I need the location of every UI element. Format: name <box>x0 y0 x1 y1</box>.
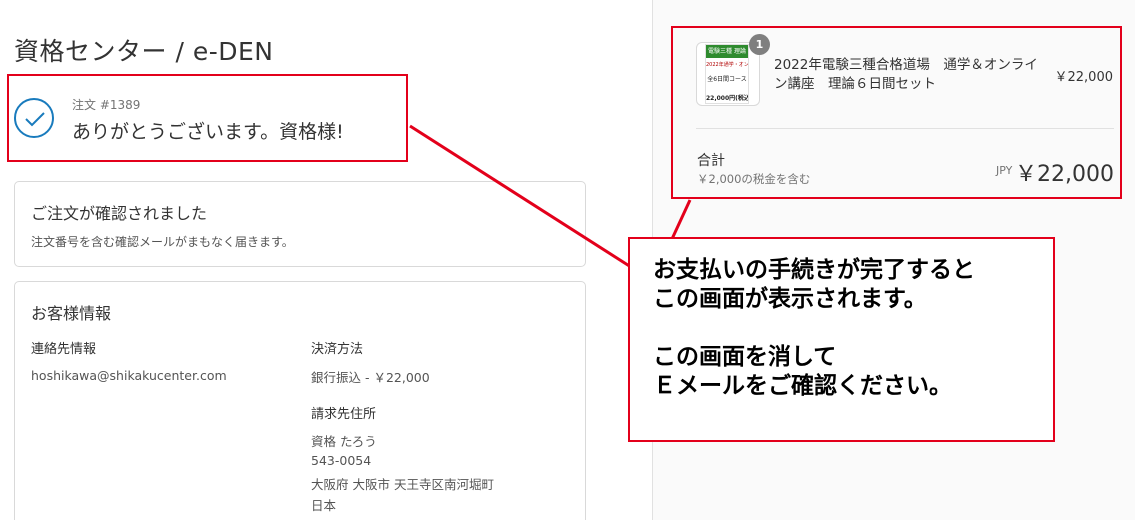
pointer-line-left <box>409 124 657 285</box>
callout-line-2: この画面が表示されます。 <box>653 285 927 312</box>
callout-line-3: この画面を消して <box>653 343 837 370</box>
callout-line-1: お支払いの手続きが完了すると <box>653 256 975 283</box>
callout-spacer <box>653 313 975 342</box>
callout-line-4: Ｅメールをご確認ください。 <box>653 372 952 399</box>
annotation-box-summary <box>671 26 1122 199</box>
annotation-callout-text: お支払いの手続きが完了すると この画面が表示されます。 この画面を消して Ｅメー… <box>653 255 975 400</box>
annotation-box-thanks <box>7 74 408 162</box>
